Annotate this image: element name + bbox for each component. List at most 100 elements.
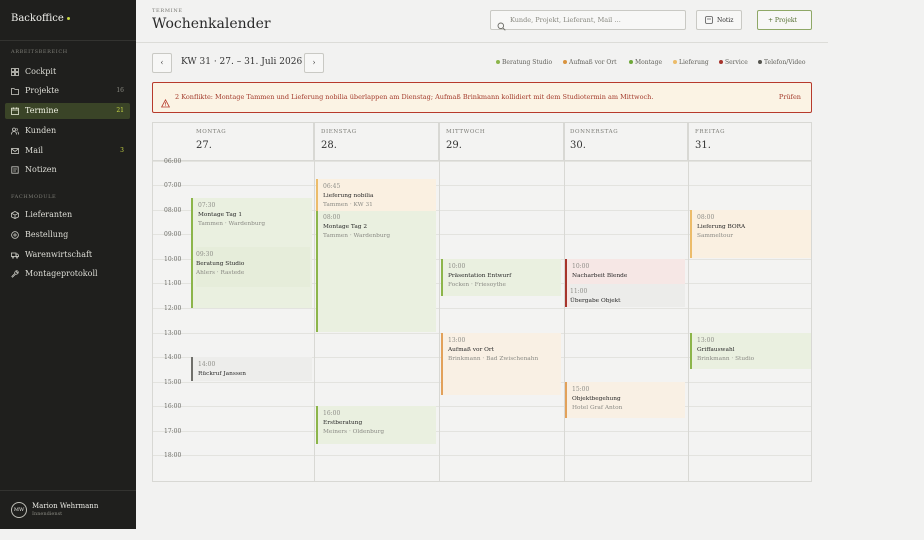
day-header-tuesday: DIENSTAG 28. [314, 123, 439, 161]
pruefen-link[interactable]: Prüfen [779, 93, 801, 101]
event-subtitle: Sammeltour [697, 233, 734, 239]
mail-icon [11, 147, 19, 155]
calendar-icon [11, 107, 19, 115]
legend-item: Aufmaß vor Ort [563, 59, 617, 66]
event-title: Lieferung BORA [697, 224, 746, 230]
event-title: Objektbegehung [572, 396, 621, 402]
event-montage-tag2[interactable]: 08:00 Montage Tag 2 Tammen · Wardenburg [316, 210, 436, 332]
sidebar-item-cockpit[interactable]: Cockpit [5, 64, 130, 80]
event-beratung-studio[interactable]: 09:30 Beratung Studio Ahlers · Rastede [196, 247, 310, 287]
time-label: 10:00 [164, 256, 182, 263]
sidebar-item-bestellung[interactable]: Bestellung [5, 227, 130, 243]
search-input[interactable]: Kunde, Projekt, Lieferant, Mail … [490, 10, 686, 31]
note-icon [705, 16, 713, 24]
sidebar-item-label: Lieferanten [25, 210, 73, 219]
time-label: 15:00 [164, 379, 182, 386]
brand-dot [66, 17, 70, 20]
notiz-button[interactable]: Notiz [696, 10, 742, 30]
event-title: Aufmaß vor Ort [448, 347, 494, 353]
event-time: 10:00 [572, 263, 590, 270]
conflict-text: 2 Konflikte: Montage Tammen und Lieferun… [175, 93, 654, 101]
time-label: 16:00 [164, 403, 182, 410]
event-title: Erstberatung [323, 420, 363, 426]
legend-item: Service [719, 59, 748, 66]
box-icon [11, 211, 19, 219]
add-projekt-button[interactable]: + Projekt [757, 10, 812, 30]
event-title: Präsentation Entwurf [448, 273, 512, 279]
event-time: 11:00 [570, 288, 588, 295]
note-icon [11, 166, 19, 174]
section-label-fachmodule: FACHMODULE [11, 194, 57, 200]
event-title: Beratung Studio [196, 261, 245, 267]
time-label: 13:00 [164, 330, 182, 337]
event-subtitle: Tammen · KW 31 [323, 202, 373, 208]
event-uebergabe-objekt[interactable]: 11:00 Übergabe Objekt [570, 284, 685, 307]
day-header-monday: MONTAG 27. [153, 123, 314, 161]
event-time: 15:00 [572, 386, 590, 393]
time-label: 12:00 [164, 305, 182, 312]
sidebar-item-label: Kunden [25, 126, 57, 135]
time-label: 11:00 [164, 280, 182, 287]
event-time: 08:00 [697, 214, 715, 221]
time-label: 07:00 [164, 182, 182, 189]
sidebar-item-projekte[interactable]: Projekte 16 [5, 83, 130, 99]
event-griffauswahl[interactable]: 13:00 Griffauswahl Brinkmann · Studio [690, 333, 811, 369]
user-profile[interactable]: MW Marion Wehrmann Innendienst [0, 490, 136, 529]
event-time: 10:00 [448, 263, 466, 270]
legend-dot [563, 60, 567, 64]
legend-dot [719, 60, 723, 64]
sidebar-item-label: Mail [25, 146, 44, 155]
event-subtitle: Hotel Graf Anton [572, 405, 623, 411]
legend-dot [758, 60, 762, 64]
event-objektbegehung[interactable]: 15:00 Objektbegehung Hotel Graf Anton [565, 382, 685, 418]
day-date: 29. [446, 140, 462, 151]
hour-line [153, 185, 811, 186]
count-badge: 3 [120, 147, 124, 154]
sidebar-item-warenwirtschaft[interactable]: Warenwirtschaft [5, 247, 130, 263]
time-label: 06:00 [164, 158, 182, 165]
day-name: MONTAG [196, 129, 227, 135]
count-badge: 21 [116, 107, 124, 114]
event-time: 13:00 [697, 337, 715, 344]
prev-week-button[interactable]: ‹ [152, 53, 172, 73]
next-week-button[interactable]: › [304, 53, 324, 73]
sidebar-item-notizen[interactable]: Notizen [5, 162, 130, 178]
event-title: Nacharbeit Blende [572, 273, 628, 279]
sidebar-item-label: Termine [25, 106, 59, 115]
sidebar-item-lieferanten[interactable]: Lieferanten [5, 207, 130, 223]
sidebar-item-kunden[interactable]: Kunden [5, 123, 130, 139]
event-praesentation-entwurf[interactable]: 10:00 Präsentation Entwurf Focken · Frie… [441, 259, 561, 296]
event-subtitle: Brinkmann · Bad Zwischenahn [448, 356, 539, 362]
sidebar-item-label: Notizen [25, 165, 57, 174]
event-lieferung-nobilia[interactable]: 06:45 Lieferung nobilia Tammen · KW 31 [316, 179, 436, 211]
brand-logo[interactable]: Backoffice [11, 13, 70, 24]
time-label: 08:00 [164, 207, 182, 214]
sidebar-item-label: Projekte [25, 86, 60, 95]
day-header-wednesday: MITTWOCH 29. [439, 123, 564, 161]
week-label: KW 31 · 27. – 31. Juli 2026 [181, 57, 303, 67]
event-rueckruf-janssen[interactable]: 14:00 Rückruf Janssen [191, 357, 312, 381]
event-erstberatung[interactable]: 16:00 Erstberatung Meiners · Oldenburg [316, 406, 436, 444]
time-label: 18:00 [164, 452, 182, 459]
time-label: 09:00 [164, 231, 182, 238]
sidebar-item-mail[interactable]: Mail 3 [5, 143, 130, 159]
sidebar-item-montageprotokoll[interactable]: Montageprotokoll [5, 266, 130, 282]
event-subtitle: Focken · Friesoythe [448, 282, 506, 288]
day-name: DIENSTAG [321, 129, 357, 135]
time-label: 14:00 [164, 354, 182, 361]
sidebar-item-label: Bestellung [25, 230, 69, 239]
top-bar: TERMINE Wochenkalender Kunde, Projekt, L… [136, 0, 828, 43]
day-date: 31. [695, 140, 711, 151]
hour-line [153, 406, 811, 407]
hour-line [153, 455, 811, 456]
event-lieferung-bora[interactable]: 08:00 Lieferung BORA Sammeltour [690, 210, 811, 258]
event-title: Griffauswahl [697, 347, 735, 353]
event-aufmass-vor-ort[interactable]: 13:00 Aufmaß vor Ort Brinkmann · Bad Zwi… [441, 333, 561, 395]
sidebar-item-termine[interactable]: Termine 21 [5, 103, 130, 119]
week-calendar: MONTAG 27. DIENSTAG 28. MITTWOCH 29. DONNER… [152, 122, 812, 482]
event-subtitle: Tammen · Wardenburg [198, 221, 266, 227]
legend-dot [673, 60, 677, 64]
day-name: MITTWOCH [446, 129, 486, 135]
event-title: Übergabe Objekt [570, 298, 621, 304]
notiz-label: Notiz [717, 17, 734, 24]
